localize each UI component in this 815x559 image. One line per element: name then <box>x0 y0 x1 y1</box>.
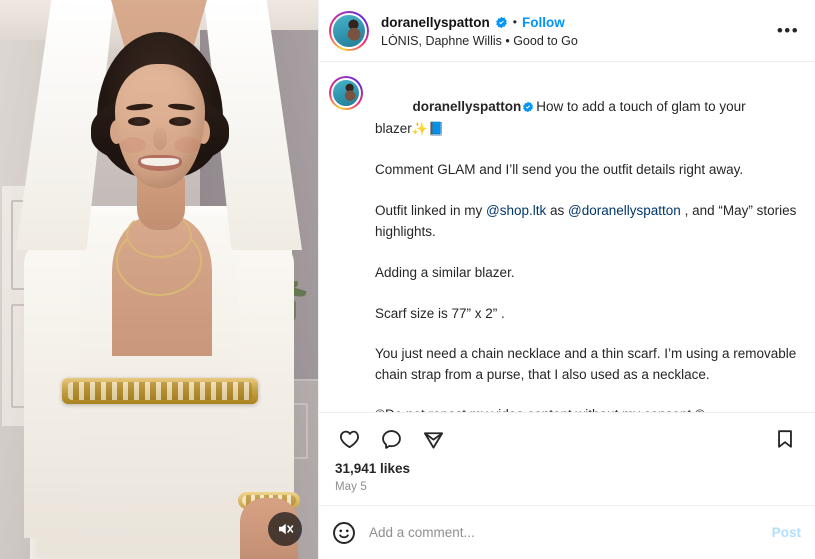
caption-line-4: Adding a similar blazer. <box>375 264 515 280</box>
header-texts: doranellyspatton • Follow LÒNIS, Daphne … <box>381 14 775 48</box>
post-date: May 5 <box>335 481 367 493</box>
subject-mouth <box>138 155 182 171</box>
verified-badge-icon <box>522 101 534 116</box>
verified-badge-icon <box>495 16 508 29</box>
audio-track-label[interactable]: LÒNIS, Daphne Willis • Good to Go <box>381 34 775 48</box>
post-header: doranellyspatton • Follow LÒNIS, Daphne … <box>319 0 815 62</box>
header-separator: • <box>512 14 517 29</box>
follow-button[interactable]: Follow <box>522 14 565 31</box>
subject-cheek-right <box>174 137 200 153</box>
avatar-image <box>331 12 367 49</box>
chain-necklace-long <box>116 226 202 296</box>
video-player[interactable] <box>0 0 318 559</box>
sparkles-emoji-icon: ✨ <box>411 121 428 136</box>
caption-line-5: Scarf size is 77” x 2” . <box>375 305 505 321</box>
subject-eye-left <box>128 117 150 126</box>
caption-line-3-pre: Outfit linked in my <box>375 203 487 218</box>
books-emoji-icon: 📘 <box>427 121 445 136</box>
add-comment-bar: Post <box>319 505 815 559</box>
post-comment-button[interactable]: Post <box>772 525 801 540</box>
header-username-row: doranellyspatton • Follow <box>381 14 775 31</box>
mention-shop-ltk[interactable]: @shop.ltk <box>486 203 546 218</box>
share-paper-plane-icon[interactable] <box>417 423 449 455</box>
subject-nose <box>153 128 167 150</box>
subject-eye-right <box>169 117 191 126</box>
video-subject <box>0 0 318 559</box>
ellipsis-icon[interactable]: ••• <box>775 18 801 44</box>
heart-icon[interactable] <box>333 423 365 455</box>
gold-chain-belt <box>62 378 258 404</box>
post-info-panel: doranellyspatton • Follow LÒNIS, Daphne … <box>318 0 815 559</box>
caption-text: doranellyspatton How to add a touch of gl… <box>375 76 801 413</box>
avatar[interactable] <box>329 10 369 51</box>
speaker-muted-icon[interactable] <box>268 512 302 546</box>
header-username[interactable]: doranellyspatton <box>381 14 490 31</box>
caption-block: doranellyspatton How to add a touch of gl… <box>329 76 801 412</box>
caption-line-2: Comment GLAM and I’ll send you the outfi… <box>375 162 744 177</box>
caption-paragraph-2: You just need a chain necklace and a thi… <box>375 346 801 382</box>
instagram-post-page: doranellyspatton • Follow LÒNIS, Daphne … <box>0 0 815 559</box>
emoji-smiley-icon[interactable] <box>331 520 357 546</box>
caption-username[interactable]: doranellyspatton <box>413 99 522 114</box>
likes-count[interactable]: 31,941 likes <box>333 457 801 476</box>
subject-cheek-left <box>120 137 146 153</box>
caption-paragraph-3: ©Do not repost my video content without … <box>375 407 705 412</box>
caption-line-3-mid: as <box>546 203 569 218</box>
mention-doranellyspatton[interactable]: @doranellyspatton <box>568 203 681 218</box>
comments-scroll-area[interactable]: doranellyspatton How to add a touch of gl… <box>319 62 815 412</box>
actions-bar: 31,941 likes May 5 <box>319 412 815 505</box>
caption-avatar[interactable] <box>329 76 363 110</box>
actions-row <box>333 421 801 457</box>
video-frame <box>0 0 318 559</box>
bookmark-icon[interactable] <box>769 423 801 455</box>
comment-bubble-icon[interactable] <box>375 423 407 455</box>
comment-input[interactable] <box>369 525 760 540</box>
